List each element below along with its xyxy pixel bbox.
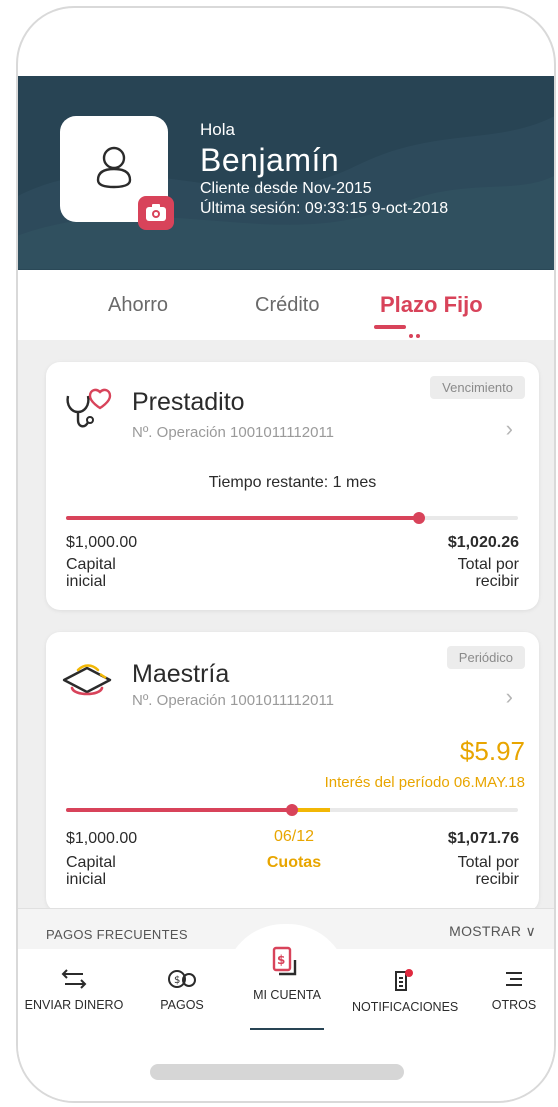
account-card-prestadito[interactable]: Vencimiento Prestadito Nº. Operación 100…	[46, 362, 539, 610]
account-title: Maestría	[132, 660, 230, 688]
nav-label: OTROS	[491, 998, 537, 1012]
show-toggle[interactable]: MOSTRAR ∨	[449, 923, 536, 940]
graduation-cap-icon	[62, 664, 112, 696]
nav-label: PAGOS	[160, 998, 204, 1012]
operation-number: Nº. Operación 1001011112011	[132, 692, 335, 709]
nav-pagos[interactable]: $ PAGOS	[142, 968, 222, 1012]
nav-enviar-dinero[interactable]: ENVIAR DINERO	[24, 968, 124, 1012]
term-progress-knob	[412, 512, 425, 524]
nav-notificaciones[interactable]: NOTIFICACIONES	[352, 968, 458, 1014]
installments-label: Cuotas	[266, 854, 322, 871]
interest-period-label: Interés del período 06.MAY.18	[324, 774, 525, 791]
show-toggle-label: MOSTRAR	[449, 923, 522, 939]
account-title: Prestadito	[132, 388, 245, 416]
menu-lines-icon	[506, 972, 522, 986]
installments-progress-bar	[66, 804, 518, 816]
term-progress-fill	[66, 516, 419, 520]
initial-capital-amount: $1,000.00	[66, 830, 138, 847]
nav-label: NOTIFICACIONES	[352, 1000, 459, 1014]
phone-frame: Hola Benjamín Cliente desde Nov-2015 Últ…	[16, 6, 556, 1103]
nav-mi-cuenta[interactable]: $ MI CUENTA	[242, 946, 332, 1002]
installments-progress-fill	[66, 808, 292, 812]
greeting-label: Hola	[200, 120, 235, 139]
coins-icon: $	[168, 970, 196, 988]
account-card-maestria[interactable]: Periódico Maestría Nº. Operación 1001011…	[46, 632, 539, 912]
chevron-right-icon[interactable]: ›	[506, 684, 513, 710]
status-badge: Vencimiento	[430, 376, 525, 399]
last-session: Última sesión: 09:33:15 9-oct-2018	[200, 200, 449, 217]
account-phone-icon: $	[272, 946, 297, 976]
term-progress-bar	[66, 512, 518, 524]
home-indicator[interactable]	[150, 1064, 404, 1080]
nav-active-indicator	[250, 1028, 324, 1030]
client-since: Cliente desde Nov-2015	[200, 180, 372, 197]
product-tabs: Ahorro Crédito Plazo Fijo	[18, 270, 554, 340]
camera-icon	[146, 204, 166, 221]
nav-label: MI CUENTA	[253, 988, 321, 1002]
accounts-list: Vencimiento Prestadito Nº. Operación 100…	[18, 340, 554, 940]
nav-otros[interactable]: OTROS	[484, 968, 544, 1012]
installments-progress-knob	[286, 804, 298, 816]
total-label: Total por recibir	[457, 854, 519, 888]
transfer-arrows-icon	[61, 969, 87, 989]
remaining-time: Tiempo restante: 1 mes	[208, 474, 377, 491]
total-label: Total por recibir	[457, 556, 519, 590]
change-photo-button[interactable]	[138, 196, 174, 230]
svg-text:$: $	[277, 953, 285, 967]
initial-capital-label: Capital inicial	[66, 556, 116, 590]
installments-value: 06/12	[273, 828, 315, 845]
chevron-down-icon: ∨	[525, 923, 536, 939]
active-tab-indicator	[374, 325, 406, 329]
initial-capital-amount: $1,000.00	[66, 534, 138, 551]
total-amount: $1,071.76	[447, 830, 519, 847]
frequent-payments-label: PAGOS FRECUENTES	[46, 927, 188, 942]
user-name: Benjamín	[200, 142, 340, 178]
operation-number: Nº. Operación 1001011112011	[132, 424, 335, 441]
svg-text:$: $	[174, 975, 180, 986]
initial-capital-label: Capital inicial	[66, 854, 116, 888]
status-badge: Periódico	[446, 646, 525, 669]
user-icon	[96, 146, 132, 189]
chevron-right-icon[interactable]: ›	[506, 416, 513, 442]
tab-credito[interactable]: Crédito	[255, 294, 319, 317]
greeting-block: Hola Benjamín Cliente desde Nov-2015 Últ…	[200, 120, 448, 219]
stethoscope-heart-icon	[66, 388, 112, 428]
tab-ahorro[interactable]: Ahorro	[108, 294, 168, 317]
nav-label: ENVIAR DINERO	[24, 998, 124, 1012]
tab-plazo-fijo[interactable]: Plazo Fijo	[380, 292, 483, 318]
interest-amount: $5.97	[459, 736, 525, 766]
notifications-doc-icon	[395, 969, 413, 991]
total-amount: $1,020.26	[447, 534, 519, 551]
